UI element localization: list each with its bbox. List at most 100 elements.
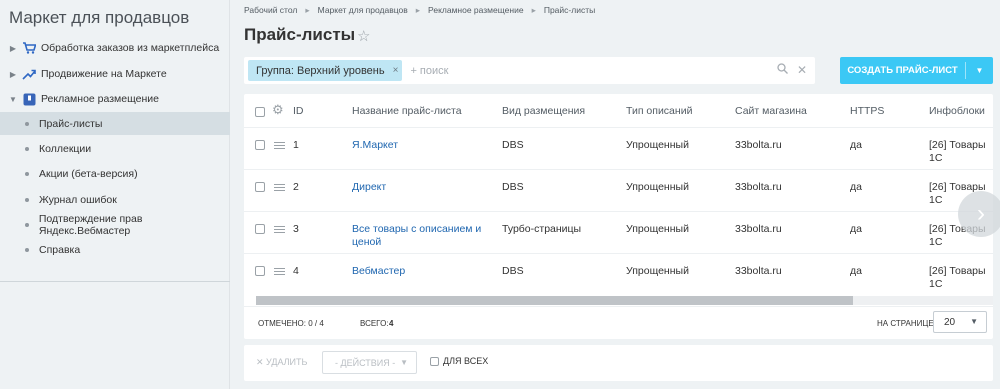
row-description-type: Упрощенный — [626, 181, 689, 193]
create-button-label: СОЗДАТЬ ПРАЙС-ЛИСТ — [847, 65, 958, 76]
row-site: 33bolta.ru — [735, 181, 782, 193]
row-https: да — [850, 265, 862, 277]
row-placement: DBS — [502, 181, 524, 193]
sidebar-item-label: Рекламное размещение — [41, 93, 159, 105]
sidebar-subitem-promotions[interactable]: Акции (бета-версия) — [0, 162, 230, 185]
row-description-type: Упрощенный — [626, 139, 689, 151]
table-header: ⚙ ID Название прайс-листа Вид размещения… — [244, 94, 993, 128]
bullet-icon — [25, 146, 29, 151]
row-menu-icon[interactable] — [274, 142, 285, 149]
breadcrumb-item-market[interactable]: Маркет для продавцов — [318, 5, 408, 16]
trend-icon — [22, 67, 36, 81]
row-placement: DBS — [502, 265, 524, 277]
bullet-icon — [25, 171, 29, 176]
scroll-right-arrow-icon[interactable]: › — [958, 191, 1000, 237]
row-checkbox[interactable] — [255, 182, 265, 192]
row-checkbox[interactable] — [255, 140, 265, 150]
filter-search-bar[interactable]: Группа: Верхний уровень × + поиск ✕ — [244, 57, 815, 84]
row-site: 33bolta.ru — [735, 139, 782, 151]
column-description-type[interactable]: Тип описаний — [626, 105, 692, 118]
row-description-type: Упрощенный — [626, 265, 689, 277]
column-https[interactable]: HTTPS — [850, 105, 884, 118]
breadcrumb: Рабочий стол ▸ Маркет для продавцов ▸ Ре… — [244, 5, 595, 16]
sidebar-item-promotion[interactable]: ▶ Продвижение на Маркете — [0, 63, 230, 85]
row-iblocks-source: 1С — [929, 194, 943, 206]
table-row[interactable]: 1 Я.Маркет DBS Упрощенный 33bolta.ru да … — [244, 128, 993, 170]
total-count-label: ВСЕГО: — [360, 319, 389, 328]
row-name-link[interactable]: Все товары с описанием и — [352, 223, 481, 236]
for-all-checkbox[interactable] — [430, 356, 439, 366]
sidebar-divider — [0, 281, 230, 282]
row-name-link[interactable]: Я.Маркет — [352, 139, 398, 152]
table-row[interactable]: 4 Вебмастер DBS Упрощенный 33bolta.ru да… — [244, 254, 993, 296]
delete-button[interactable]: ✕ УДАЛИТЬ — [256, 357, 307, 368]
group-actions-bar: ✕ УДАЛИТЬ - ДЕЙСТВИЯ - ▼ ДЛЯ ВСЕХ — [244, 345, 993, 381]
breadcrumb-item-desktop[interactable]: Рабочий стол — [244, 5, 297, 16]
row-iblocks: [26] Товары — [929, 139, 986, 151]
chevron-down-icon: ▼ — [400, 358, 408, 367]
row-https: да — [850, 181, 862, 193]
bullet-icon — [25, 197, 29, 202]
select-all-checkbox[interactable] — [255, 107, 265, 117]
chevron-down-icon: ▼ — [970, 317, 978, 326]
search-input[interactable]: + поиск — [410, 65, 448, 77]
filter-icons: ✕ — [777, 63, 807, 77]
table-row[interactable]: 2 Директ DBS Упрощенный 33bolta.ru да [2… — [244, 170, 993, 212]
sidebar-subitem-error-log[interactable]: Журнал ошибок — [0, 188, 230, 211]
expand-arrow-icon[interactable]: ▶ — [4, 70, 22, 79]
actions-select[interactable]: - ДЕЙСТВИЯ - ▼ — [322, 351, 417, 374]
per-page-value: 20 — [944, 316, 956, 328]
sidebar-item-label: Обработка заказов из маркетплейса — [41, 42, 220, 54]
column-name[interactable]: Название прайс-листа — [352, 105, 462, 118]
per-page-select[interactable]: 20 ▼ — [933, 311, 987, 333]
row-https: да — [850, 223, 862, 235]
create-price-list-button[interactable]: СОЗДАТЬ ПРАЙС-ЛИСТ ▼ — [840, 57, 993, 84]
row-id: 4 — [293, 265, 299, 277]
sidebar-subitem-label: Справка — [39, 243, 81, 256]
table-row[interactable]: 3 Все товары с описанием и ценой Турбо-с… — [244, 212, 993, 254]
sidebar-item-orders[interactable]: ▶ Обработка заказов из маркетплейса — [0, 37, 230, 59]
clear-icon[interactable]: ✕ — [797, 63, 807, 77]
breadcrumb-separator-icon: ▸ — [415, 5, 421, 15]
sidebar-subitem-collections[interactable]: Коллекции — [0, 137, 230, 160]
chip-remove-icon[interactable]: × — [393, 65, 399, 76]
sidebar-item-advertising[interactable]: ▼ Рекламное размещение — [0, 88, 230, 110]
row-id: 1 — [293, 139, 299, 151]
row-checkbox[interactable] — [255, 266, 265, 276]
sidebar-subitem-price-lists[interactable]: Прайс-листы — [0, 112, 230, 135]
sidebar-subitem-webmaster[interactable]: Подтверждение прав Яндекс.Вебмастер — [0, 212, 230, 237]
sidebar-subitem-help[interactable]: Справка — [0, 238, 230, 261]
column-placement[interactable]: Вид размещения — [502, 105, 585, 118]
column-iblocks[interactable]: Инфоблоки — [929, 105, 985, 118]
search-icon[interactable] — [777, 63, 788, 77]
sidebar: Маркет для продавцов ▶ Обработка заказов… — [0, 0, 230, 389]
row-menu-icon[interactable] — [274, 268, 285, 275]
filter-chip-label: Группа: Верхний уровень — [256, 64, 385, 77]
for-all-toggle[interactable]: ДЛЯ ВСЕХ — [430, 356, 488, 366]
total-count-value: 4 — [389, 319, 394, 328]
row-menu-icon[interactable] — [274, 226, 285, 233]
row-name-link-continued[interactable]: ценой — [352, 236, 381, 249]
row-name-link[interactable]: Директ — [352, 181, 386, 194]
column-site[interactable]: Сайт магазина — [735, 105, 807, 118]
collapse-arrow-icon[interactable]: ▼ — [4, 95, 22, 104]
expand-arrow-icon[interactable]: ▶ — [4, 44, 22, 53]
settings-gear-icon[interactable]: ⚙ — [272, 103, 284, 116]
chevron-down-icon[interactable]: ▼ — [966, 66, 993, 75]
scrollbar-thumb[interactable] — [256, 296, 853, 305]
sidebar-subitem-label: Подтверждение прав Яндекс.Вебмастер — [38, 212, 143, 237]
favorite-star-icon[interactable]: ☆ — [357, 27, 370, 45]
row-name-link[interactable]: Вебмастер — [352, 265, 405, 278]
sidebar-subitem-label: Журнал ошибок — [39, 193, 117, 206]
column-id[interactable]: ID — [293, 105, 304, 118]
cart-icon — [22, 41, 36, 55]
sidebar-subitem-label: Коллекции — [39, 142, 92, 155]
filter-chip[interactable]: Группа: Верхний уровень × — [248, 60, 403, 81]
row-menu-icon[interactable] — [274, 184, 285, 191]
row-checkbox[interactable] — [255, 224, 265, 234]
horizontal-scrollbar[interactable] — [256, 296, 993, 305]
breadcrumb-item-advertising[interactable]: Рекламное размещение — [428, 5, 524, 16]
sidebar-item-label: Продвижение на Маркете — [41, 68, 167, 80]
sidebar-subitem-label: Акции (бета-версия) — [39, 167, 138, 180]
for-all-label: ДЛЯ ВСЕХ — [443, 356, 489, 366]
